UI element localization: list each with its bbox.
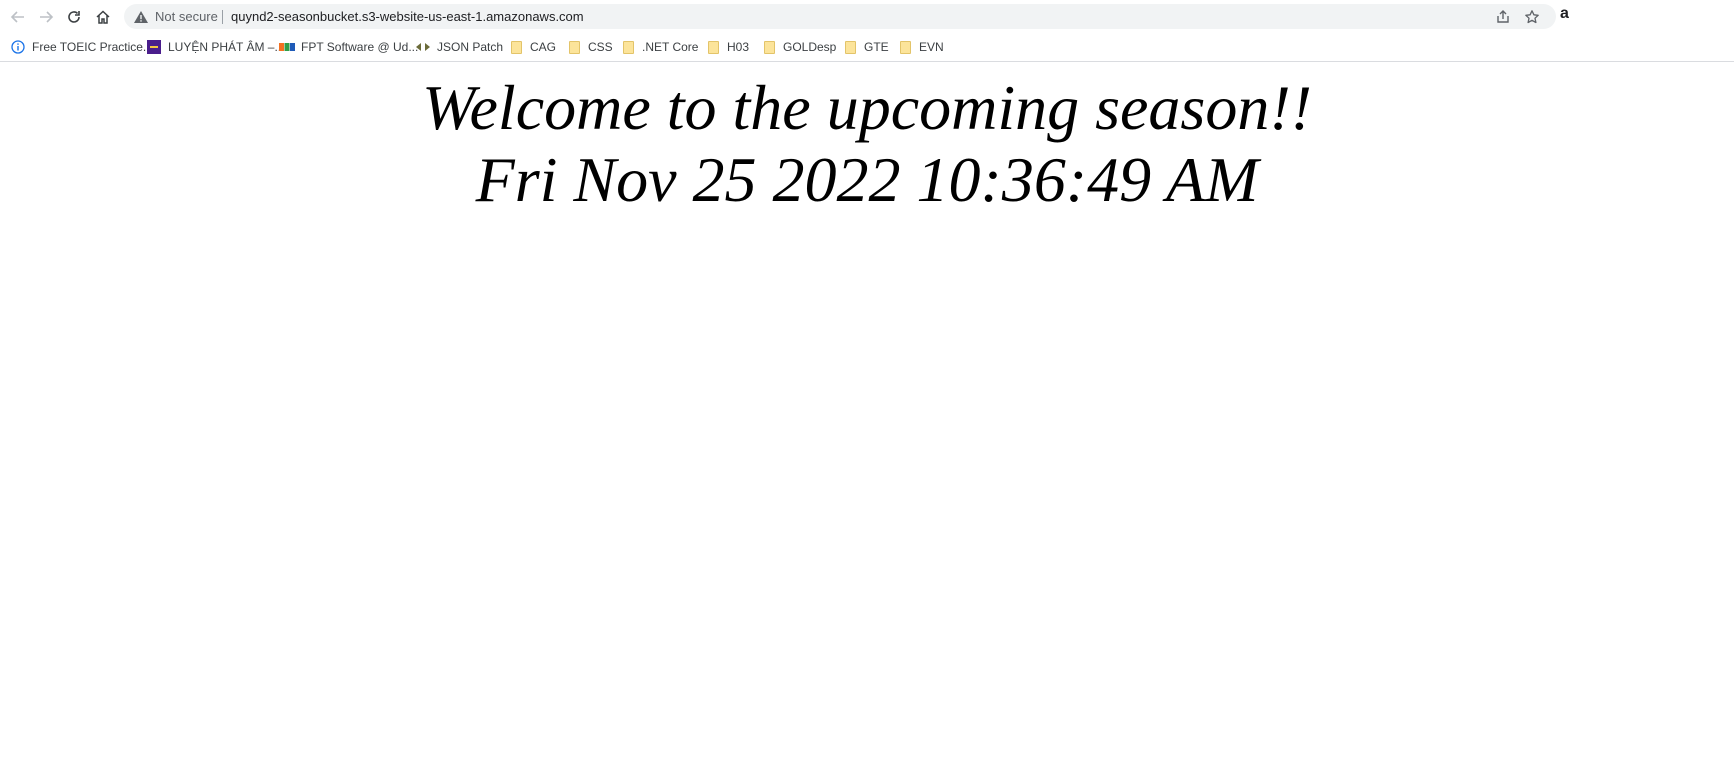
fpt-favicon [279, 39, 295, 55]
security-label[interactable]: Not secure [155, 9, 218, 25]
profile-avatar[interactable]: a [1560, 5, 1569, 23]
bookmark-label: FPT Software @ Ud... [301, 40, 419, 54]
address-bar[interactable]: Not secure quynd2-seasonbucket.s3-websit… [124, 4, 1556, 29]
welcome-heading: Welcome to the upcoming season!! [422, 72, 1312, 143]
bookmark-label: CAG [530, 40, 557, 54]
folder-icon [566, 39, 582, 55]
json-patch-favicon [415, 39, 431, 55]
warning-icon[interactable] [133, 9, 149, 25]
site-favicon [146, 39, 162, 55]
star-icon[interactable] [1523, 8, 1541, 26]
folder-icon [620, 39, 636, 55]
folder-icon [897, 39, 913, 55]
browser-toolbar: Not secure quynd2-seasonbucket.s3-websit… [0, 0, 1734, 33]
bookmark-label: CSS [588, 40, 613, 54]
folder-icon [842, 39, 858, 55]
bookmark-label: GTE [864, 40, 889, 54]
folder-icon [705, 39, 721, 55]
bookmark-label: JSON Patch [437, 40, 504, 54]
page-content: Welcome to the upcoming season!! Fri Nov… [0, 62, 1734, 762]
bookmark-label: .NET Core [642, 40, 699, 54]
bookmark-luyen-phat-am[interactable]: LUYỆN PHÁT ÂM –... [146, 37, 284, 57]
info-icon [10, 39, 26, 55]
datetime-heading: Fri Nov 25 2022 10:36:49 AM [475, 144, 1259, 215]
bookmark-folder-evn[interactable]: EVN [897, 37, 944, 57]
bookmark-folder-gte[interactable]: GTE [842, 37, 889, 57]
bookmark-label: EVN [919, 40, 944, 54]
bookmark-folder-goldesp[interactable]: GOLDesp [761, 37, 836, 57]
bookmark-label: GOLDesp [783, 40, 837, 54]
folder-icon [761, 39, 777, 55]
bookmark-fpt-software[interactable]: FPT Software @ Ud... [279, 37, 418, 57]
bookmark-folder-net-core[interactable]: .NET Core [620, 37, 698, 57]
omnibox-separator [222, 10, 223, 24]
share-icon[interactable] [1494, 8, 1512, 26]
back-icon[interactable] [5, 4, 31, 30]
bookmark-label: H03 [727, 40, 750, 54]
home-icon[interactable] [90, 4, 116, 30]
forward-icon[interactable] [33, 4, 59, 30]
reload-icon[interactable] [61, 4, 87, 30]
bookmark-json-patch[interactable]: JSON Patch [415, 37, 503, 57]
bookmark-label: LUYỆN PHÁT ÂM –... [168, 40, 285, 54]
bookmark-folder-css[interactable]: CSS [566, 37, 613, 57]
bookmark-free-toeic[interactable]: Free TOEIC Practice... [10, 37, 153, 57]
bookmark-folder-cag[interactable]: CAG [508, 37, 556, 57]
url-text[interactable]: quynd2-seasonbucket.s3-website-us-east-1… [231, 9, 584, 25]
folder-icon [508, 39, 524, 55]
bookmark-folder-h03[interactable]: H03 [705, 37, 749, 57]
bookmark-label: Free TOEIC Practice... [32, 40, 153, 54]
bookmarks-bar: Free TOEIC Practice... LUYỆN PHÁT ÂM –..… [0, 33, 1734, 62]
